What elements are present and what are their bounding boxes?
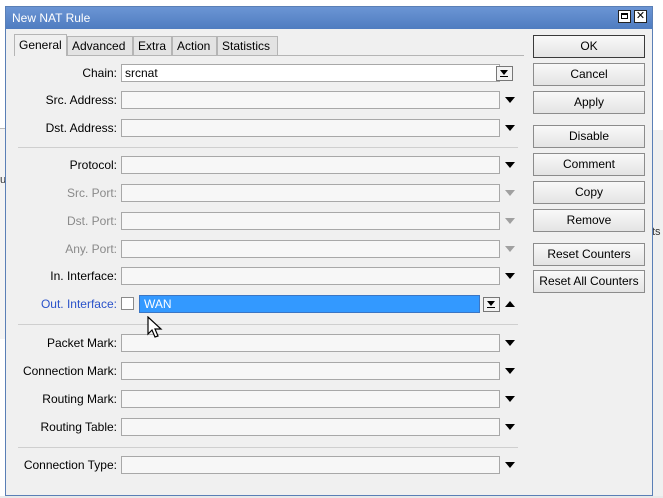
routing-table-expand-icon[interactable]	[505, 424, 515, 430]
routing-mark-label: Routing Mark:	[42, 392, 117, 406]
out-interface-negate-checkbox[interactable]	[121, 297, 134, 310]
new-nat-rule-dialog: New NAT Rule ✕ General Advanced Extra Ac…	[5, 6, 653, 496]
tab-advanced[interactable]: Advanced	[67, 36, 133, 55]
src-address-field[interactable]	[121, 91, 500, 109]
packet-mark-field[interactable]	[121, 334, 500, 352]
protocol-expand-icon[interactable]	[505, 162, 515, 168]
any-port-field	[121, 240, 500, 258]
chain-label: Chain:	[82, 66, 117, 80]
out-interface-label[interactable]: Out. Interface:	[41, 297, 117, 311]
packet-mark-row: Packet Mark:	[14, 333, 515, 353]
out-interface-dropdown-button[interactable]	[483, 297, 500, 312]
any-port-expand-icon	[505, 246, 515, 252]
src-address-row: Src. Address:	[14, 90, 515, 110]
routing-mark-expand-icon[interactable]	[505, 396, 515, 402]
background-text-fragment-right: ts	[652, 226, 661, 238]
cancel-button[interactable]: Cancel	[533, 63, 645, 86]
connection-type-field[interactable]	[121, 456, 500, 474]
mouse-pointer-icon	[147, 316, 163, 338]
src-address-label: Src. Address:	[45, 93, 117, 107]
connection-mark-field[interactable]	[121, 362, 500, 380]
protocol-label: Protocol:	[69, 158, 117, 172]
src-address-expand-icon[interactable]	[505, 97, 515, 103]
tab-general[interactable]: General	[14, 34, 67, 56]
dst-address-expand-icon[interactable]	[505, 125, 515, 131]
in-interface-field[interactable]	[121, 267, 500, 285]
separator	[18, 447, 518, 448]
routing-table-label: Routing Table:	[40, 420, 118, 434]
any-port-row: Any. Port:	[14, 239, 515, 259]
connection-type-row: Connection Type:	[14, 455, 515, 475]
out-interface-row: Out. Interface: WAN	[14, 294, 515, 314]
tab-extra[interactable]: Extra	[133, 36, 172, 55]
routing-mark-field[interactable]	[121, 390, 500, 408]
tab-statistics[interactable]: Statistics	[217, 36, 278, 55]
in-interface-row: In. Interface:	[14, 266, 515, 286]
close-icon[interactable]: ✕	[634, 10, 647, 23]
remove-button[interactable]: Remove	[533, 209, 645, 232]
apply-button[interactable]: Apply	[533, 91, 645, 114]
dst-port-field	[121, 212, 500, 230]
dst-port-label: Dst. Port:	[66, 214, 117, 228]
routing-table-row: Routing Table:	[14, 417, 515, 437]
dst-port-expand-icon	[505, 218, 515, 224]
chain-field[interactable]: srcnat	[121, 64, 500, 82]
maximize-icon[interactable]	[618, 10, 631, 23]
reset-counters-button[interactable]: Reset Counters	[533, 243, 645, 266]
packet-mark-label: Packet Mark:	[46, 336, 117, 350]
src-port-field	[121, 184, 500, 202]
out-interface-field[interactable]: WAN	[139, 295, 480, 313]
src-port-row: Src. Port:	[14, 183, 515, 203]
disable-button[interactable]: Disable	[533, 125, 645, 148]
connection-type-expand-icon[interactable]	[505, 462, 515, 468]
src-port-expand-icon	[505, 190, 515, 196]
routing-mark-row: Routing Mark:	[14, 389, 515, 409]
copy-button[interactable]: Copy	[533, 181, 645, 204]
packet-mark-expand-icon[interactable]	[505, 340, 515, 346]
tab-action[interactable]: Action	[172, 36, 217, 55]
dst-address-field[interactable]	[121, 119, 500, 137]
protocol-field[interactable]	[121, 156, 500, 174]
dst-address-row: Dst. Address:	[14, 118, 515, 138]
routing-table-field[interactable]	[121, 418, 500, 436]
connection-type-label: Connection Type:	[23, 458, 117, 472]
any-port-label: Any. Port:	[65, 242, 117, 256]
chain-dropdown-button[interactable]	[496, 66, 513, 81]
dst-address-label: Dst. Address:	[45, 121, 117, 135]
src-port-label: Src. Port:	[66, 186, 117, 200]
connection-mark-label: Connection Mark:	[22, 364, 117, 378]
dst-port-row: Dst. Port:	[14, 211, 515, 231]
in-interface-expand-icon[interactable]	[505, 273, 515, 279]
comment-button[interactable]: Comment	[533, 153, 645, 176]
chain-row: Chain: srcnat	[14, 63, 514, 83]
separator	[18, 147, 518, 148]
in-interface-label: In. Interface:	[50, 269, 117, 283]
reset-all-counters-button[interactable]: Reset All Counters	[533, 270, 645, 293]
background-right-panel	[652, 130, 663, 496]
dialog-title: New NAT Rule	[12, 11, 91, 25]
ok-button[interactable]: OK	[533, 35, 645, 58]
separator	[18, 324, 518, 325]
connection-mark-row: Connection Mark:	[14, 361, 515, 381]
connection-mark-expand-icon[interactable]	[505, 368, 515, 374]
out-interface-collapse-icon[interactable]	[505, 301, 515, 307]
protocol-row: Protocol:	[14, 155, 515, 175]
title-bar[interactable]: New NAT Rule ✕	[6, 7, 652, 29]
